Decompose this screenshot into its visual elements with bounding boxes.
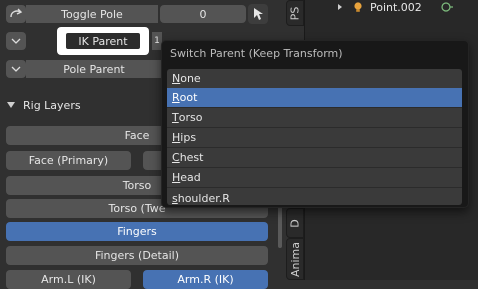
option-hips[interactable]: Hips [167, 128, 462, 148]
layer-torso-tweak-label: Torso (Twe [108, 202, 166, 215]
layer-fingers-label: Fingers [117, 225, 157, 238]
disclosure-triangle-icon [7, 102, 15, 108]
ik-parent-button[interactable]: IK Parent [66, 33, 140, 49]
option-label: oot [179, 91, 198, 104]
option-shoulder-r[interactable]: s houlder.R [167, 188, 462, 205]
pole-parent-label: Pole Parent [63, 62, 125, 76]
toggle-pole-button[interactable]: Toggle Pole [26, 5, 158, 23]
light-bulb-icon [354, 2, 362, 12]
side-tab-middle-label: D [288, 218, 302, 228]
option-label: one [180, 72, 201, 85]
layer-face-label: Face [124, 129, 150, 142]
layer-torso-label: Torso [122, 179, 152, 192]
option-label: ips [180, 131, 197, 144]
option-head[interactable]: Head [167, 168, 462, 188]
pole-parent-button[interactable]: Pole Parent [26, 60, 162, 78]
switch-parent-popup: Switch Parent (Keep Transform) None Root… [161, 40, 469, 208]
expand-arrow-icon [338, 4, 342, 10]
layer-fingers-button[interactable]: Fingers [6, 222, 268, 241]
option-root[interactable]: Root [167, 88, 462, 108]
layer-fingers-detail-button[interactable]: Fingers (Detail) [6, 246, 268, 265]
option-torso[interactable]: Torso [167, 108, 462, 128]
layer-fingers-detail-label: Fingers (Detail) [94, 249, 180, 262]
toggle-pole-label: Toggle Pole [61, 7, 123, 21]
option-chest[interactable]: Chest [167, 148, 462, 168]
chevron-down-icon [11, 38, 21, 44]
side-tab-top[interactable]: PS [286, 0, 304, 26]
outliner-item-label: Point.002 [370, 0, 422, 14]
outliner-row-point-002[interactable]: Point.002 [304, 0, 478, 14]
toggle-pole-value-field[interactable]: 0 [160, 5, 246, 23]
chevron-down-icon [11, 66, 21, 72]
option-hotkey: C [172, 151, 180, 164]
layer-face-primary-label: Face (Primary) [28, 154, 109, 167]
side-tab-middle[interactable]: D [286, 208, 304, 238]
option-hotkey: R [172, 91, 180, 104]
option-label: orso [178, 111, 203, 124]
side-tab-top-label: PS [288, 6, 302, 20]
ik-parent-label: IK Parent [78, 34, 128, 48]
cursor-icon [254, 8, 263, 20]
option-hotkey: T [172, 111, 179, 124]
rig-layers-title: Rig Layers [23, 98, 81, 112]
ik-parent-value: 1 [154, 36, 160, 46]
popup-title: Switch Parent (Keep Transform) [170, 47, 343, 60]
option-none[interactable]: None [167, 69, 462, 89]
pole-parent-dropdown-arrow[interactable] [6, 60, 26, 78]
layer-face-primary-button[interactable]: Face (Primary) [6, 151, 131, 170]
light-data-icon [441, 2, 453, 12]
option-label: houlder.R [177, 191, 230, 205]
side-tab-bottom-label: Anima [288, 241, 302, 277]
rig-layers-header[interactable]: Rig Layers [0, 95, 160, 115]
pose-icon [10, 8, 23, 18]
toggle-pole-value: 0 [199, 7, 207, 21]
pose-icon-button[interactable] [6, 5, 26, 23]
eyedropper-button[interactable] [248, 4, 268, 24]
option-hotkey: N [172, 72, 181, 85]
option-hotkey: H [172, 131, 181, 144]
parent-options-list: None Root Torso Hips Chest Head s houlder… [167, 69, 462, 205]
option-hotkey: H [172, 171, 181, 184]
ik-parent-dropdown-arrow[interactable] [6, 32, 26, 50]
option-label: hest [179, 151, 204, 164]
side-tab-bottom[interactable]: Anima [286, 238, 304, 280]
option-label: ead [180, 171, 201, 184]
